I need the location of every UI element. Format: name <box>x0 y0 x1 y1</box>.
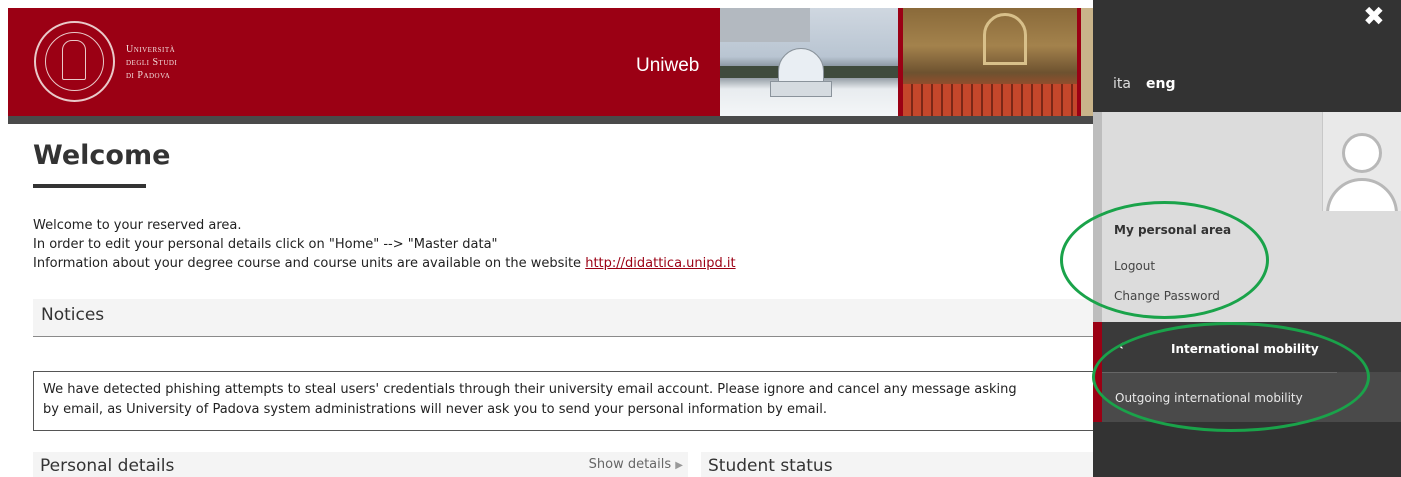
annotation-ellipse-mobility <box>1092 322 1370 432</box>
phishing-notice: We have detected phishing attempts to st… <box>33 371 1093 431</box>
notices-section-header: Notices <box>33 299 1093 337</box>
university-seal-logo[interactable] <box>34 21 115 102</box>
show-details-label: Show details <box>588 457 672 472</box>
site-header: Università degli Studi di Padova Uniweb <box>8 8 1093 116</box>
side-panel-top <box>1093 0 1401 112</box>
student-status-header: Student status <box>701 452 1093 477</box>
close-icon[interactable]: ✖ <box>1363 2 1385 32</box>
intro-line-1: Welcome to your reserved area. <box>33 218 242 233</box>
intro-text: Welcome to your reserved area. In order … <box>33 216 736 273</box>
intro-line-2: In order to edit your personal details c… <box>33 237 498 252</box>
notice-line-2: by email, as University of Padova system… <box>43 402 827 417</box>
observatory-photo <box>720 8 898 116</box>
intro-line-3-text: Information about your degree course and… <box>33 256 586 271</box>
show-details-button[interactable]: Show details ▶ <box>589 457 683 472</box>
annotation-ellipse-personal-area <box>1060 201 1269 319</box>
title-underline <box>33 184 146 188</box>
header-photo-edge <box>1081 8 1093 116</box>
user-avatar-icon <box>1322 112 1401 211</box>
university-name-line-3: di Padova <box>126 70 171 81</box>
triangle-right-icon: ▶ <box>675 460 683 471</box>
didattica-link[interactable]: http://didattica.unipd.it <box>585 256 735 271</box>
page-title: Welcome <box>33 140 171 171</box>
header-divider <box>8 116 1093 124</box>
language-eng[interactable]: eng <box>1146 76 1175 92</box>
app-title: Uniweb <box>636 55 700 76</box>
aula-magna-photo <box>903 8 1077 116</box>
personal-details-title: Personal details <box>40 456 175 476</box>
notice-line-1: We have detected phishing attempts to st… <box>43 382 1017 397</box>
intro-line-3: Information about your degree course and… <box>33 254 736 273</box>
university-name-line-2: degli Studi <box>126 57 178 68</box>
personal-details-header: Personal details Show details ▶ <box>33 452 688 477</box>
university-name-line-1: Università <box>126 44 176 55</box>
university-name[interactable]: Università degli Studi di Padova <box>126 43 177 82</box>
notices-title: Notices <box>41 305 105 325</box>
language-ita[interactable]: ita <box>1113 76 1131 92</box>
student-status-title: Student status <box>708 456 833 476</box>
